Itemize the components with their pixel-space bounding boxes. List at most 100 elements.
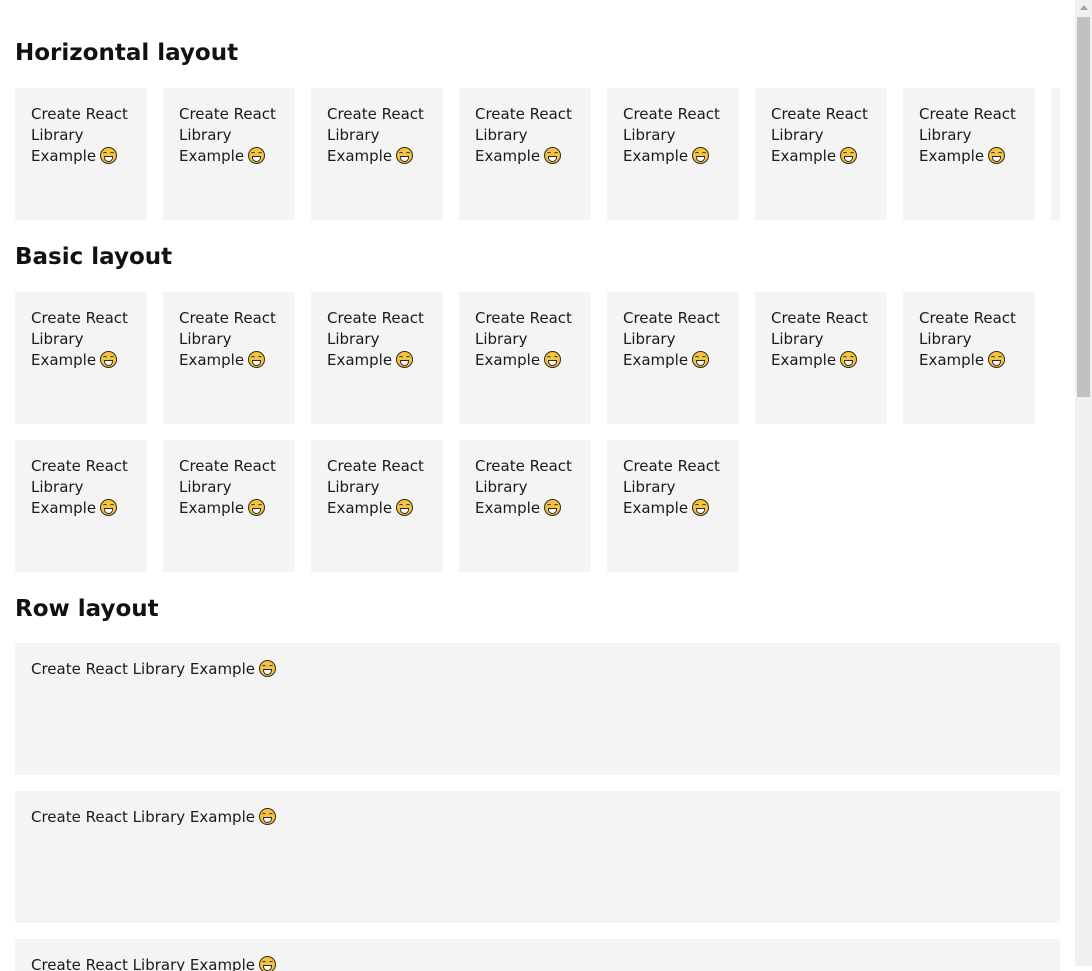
card-text: Library [919, 330, 972, 348]
grinning-face-icon [258, 660, 276, 677]
card-text: Create React [31, 309, 128, 327]
section-title-horizontal: Horizontal layout [15, 40, 239, 66]
grinning-face-icon [692, 147, 710, 164]
card-text: Example [31, 147, 97, 165]
card-text: Example [771, 351, 837, 369]
horizontal-card: Create React Library Example [311, 88, 443, 220]
grinning-face-icon [692, 351, 710, 368]
card-text: Create React [31, 457, 128, 475]
card-text: Example [31, 351, 97, 369]
scrollbar-thumb[interactable] [1077, 17, 1090, 397]
card-text: Create React Library Example [31, 660, 255, 678]
card-text: Create React Library Example [31, 808, 255, 826]
card-text: Library [327, 478, 380, 496]
card-text: Example [623, 499, 689, 517]
horizontal-card [1051, 88, 1060, 220]
card-text: Create React [327, 457, 424, 475]
card-text: Library [623, 330, 676, 348]
card-text: Example [475, 499, 541, 517]
card-text: Create React [327, 309, 424, 327]
section-title-basic: Basic layout [15, 244, 173, 270]
card-text: Example [475, 351, 541, 369]
card-text: Example [919, 147, 985, 165]
horizontal-scroll-container[interactable]: Create React Library Example Create React L… [15, 88, 1060, 220]
basic-card: Create React Library Example [459, 440, 591, 572]
card-text: Create React [327, 105, 424, 123]
card-text: Library [475, 126, 528, 144]
card-text: Create React [179, 309, 276, 327]
card-text: Create React [179, 105, 276, 123]
grinning-face-icon [100, 499, 118, 516]
grinning-face-icon [840, 147, 858, 164]
card-text: Library [771, 126, 824, 144]
basic-card: Create React Library Example [903, 292, 1035, 424]
horizontal-card: Create React Library Example [607, 88, 739, 220]
grinning-face-icon [258, 956, 276, 971]
card-text: Library [475, 478, 528, 496]
card-text: Example [327, 499, 393, 517]
card-text: Create React [623, 309, 720, 327]
card-text: Create React [919, 105, 1016, 123]
basic-card: Create React Library Example [15, 440, 147, 572]
card-text: Example [771, 147, 837, 165]
card-text: Example [179, 499, 245, 517]
row-card: Create React Library Example [15, 939, 1060, 971]
card-text: Create React [623, 105, 720, 123]
card-text: Example [327, 147, 393, 165]
card-text: Example [919, 351, 985, 369]
grinning-face-icon [258, 808, 276, 825]
card-text: Library [179, 330, 232, 348]
row-card: Create React Library Example [15, 643, 1060, 775]
card-text: Create React [771, 309, 868, 327]
grinning-face-icon [248, 351, 266, 368]
grinning-face-icon [248, 147, 266, 164]
card-text: Library [31, 330, 84, 348]
grinning-face-icon [840, 351, 858, 368]
card-text: Create React [475, 309, 572, 327]
card-text: Library [771, 330, 824, 348]
card-text: Library [179, 478, 232, 496]
card-text: Create React [179, 457, 276, 475]
grinning-face-icon [100, 351, 118, 368]
grinning-face-icon [544, 499, 562, 516]
grinning-face-icon [544, 351, 562, 368]
card-text: Library [623, 478, 676, 496]
basic-card: Create React Library Example [163, 440, 295, 572]
card-text: Library [475, 330, 528, 348]
card-text: Example [327, 351, 393, 369]
grinning-face-icon [692, 499, 710, 516]
card-text: Create React [623, 457, 720, 475]
card-text: Create React [475, 105, 572, 123]
vertical-scrollbar[interactable] [1075, 0, 1092, 966]
card-text: Library [919, 126, 972, 144]
horizontal-card: Create React Library Example [459, 88, 591, 220]
scroll-up-arrow-icon[interactable] [1080, 5, 1088, 10]
basic-card: Create React Library Example [607, 292, 739, 424]
card-text: Create React Library Example [31, 956, 255, 971]
basic-card: Create React Library Example [607, 440, 739, 572]
card-text: Create React [31, 105, 128, 123]
card-text: Library [179, 126, 232, 144]
card-text: Example [623, 351, 689, 369]
grinning-face-icon [396, 147, 414, 164]
card-text: Create React [919, 309, 1016, 327]
card-text: Example [31, 499, 97, 517]
grinning-face-icon [248, 499, 266, 516]
card-text: Example [475, 147, 541, 165]
horizontal-card: Create React Library Example [163, 88, 295, 220]
grinning-face-icon [988, 351, 1006, 368]
basic-card: Create React Library Example [459, 292, 591, 424]
card-text: Library [327, 126, 380, 144]
basic-card: Create React Library Example [311, 440, 443, 572]
basic-card: Create React Library Example [163, 292, 295, 424]
grinning-face-icon [988, 147, 1006, 164]
card-text: Library [31, 126, 84, 144]
grinning-face-icon [544, 147, 562, 164]
basic-card: Create React Library Example [755, 292, 887, 424]
card-text: Create React [771, 105, 868, 123]
card-text: Example [179, 351, 245, 369]
card-text: Example [179, 147, 245, 165]
section-title-row: Row layout [15, 596, 159, 622]
grinning-face-icon [396, 351, 414, 368]
basic-card: Create React Library Example [15, 292, 147, 424]
